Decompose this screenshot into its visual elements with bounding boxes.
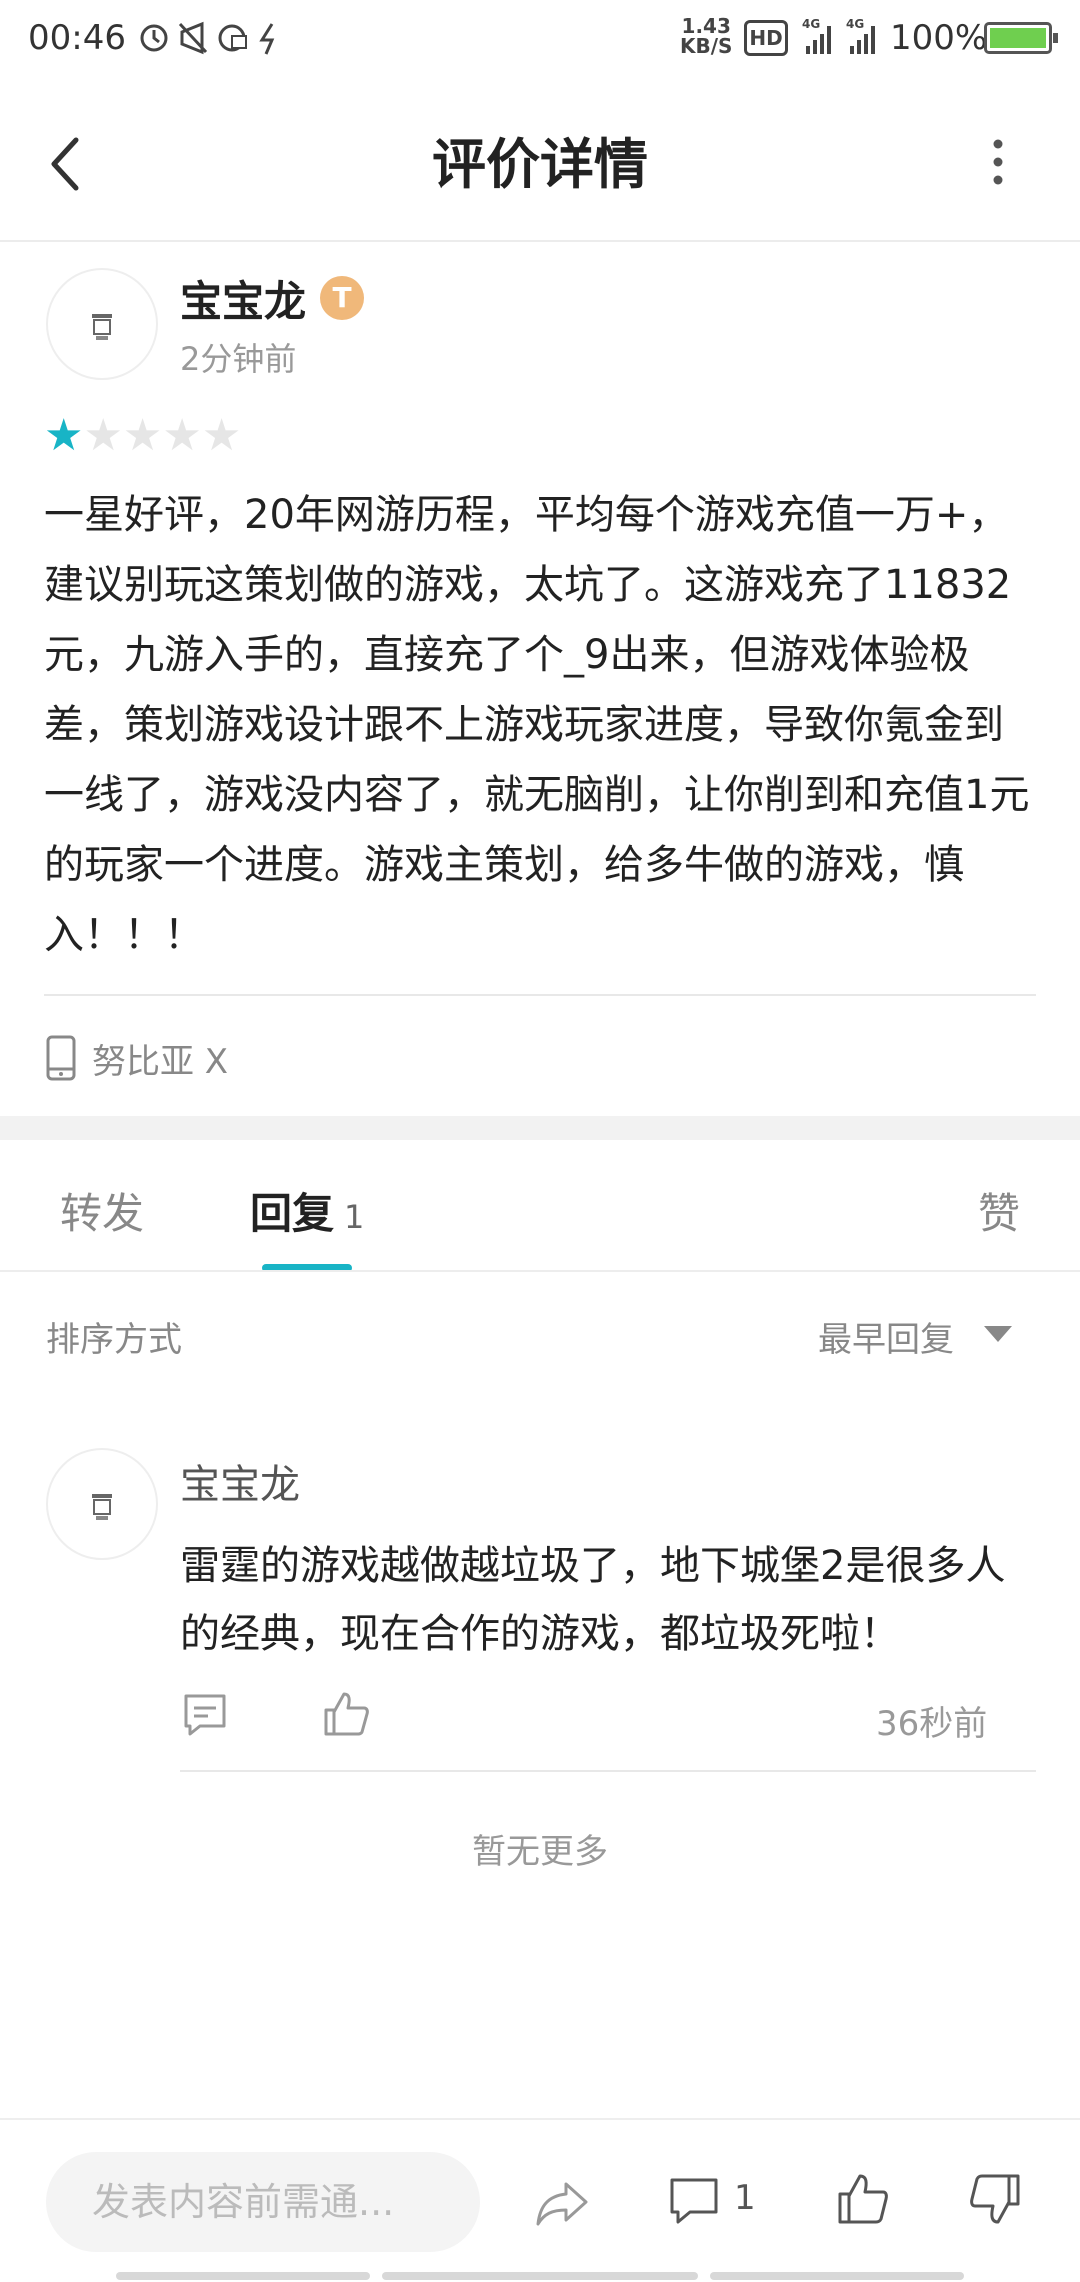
divider — [44, 994, 1036, 996]
review-username[interactable]: 宝宝龙 — [180, 268, 306, 329]
more-options-icon[interactable] — [978, 132, 1018, 192]
reply-icon[interactable] — [182, 1692, 228, 1738]
tab-reply[interactable]: 回复 1 — [250, 1180, 364, 1241]
network-speed-unit: KB/S — [680, 34, 733, 58]
status-icons — [140, 18, 340, 66]
sort-label: 排序方式 — [46, 1320, 182, 1360]
avatar-image — [92, 1494, 112, 1520]
hd-icon: HD — [744, 20, 788, 56]
battery-icon — [984, 22, 1058, 54]
review-body: 一星好评，20年网游历程，平均每个游戏充值一万+，建议别玩这策划做的游戏，太坑了… — [44, 492, 1030, 958]
thumbs-up-icon[interactable] — [322, 1690, 370, 1738]
level-badge-icon: T — [320, 276, 364, 320]
battery-percent: 100% — [890, 18, 988, 58]
caret-down-icon[interactable] — [984, 1326, 1012, 1342]
avatar[interactable] — [46, 268, 158, 380]
network-speed-value: 1.43 — [681, 14, 731, 38]
comment-time: 36秒前 — [876, 1704, 988, 1744]
comment-body: 雷霆的游戏越做越垃圾了，地下城堡2是很多人的经典，现在合作的游戏，都垃圾死啦！ — [180, 1543, 1006, 1657]
status-notification-icons — [140, 21, 275, 55]
avatar-image — [92, 314, 112, 340]
tab-reply-count: 1 — [344, 1198, 365, 1236]
comment-username[interactable]: 宝宝龙 — [180, 1452, 300, 1510]
tab-like[interactable]: 赞 — [978, 1180, 1020, 1241]
star-icon: ★ — [162, 410, 202, 461]
divider — [0, 1270, 1080, 1272]
star-icon: ★ — [44, 410, 84, 461]
status-time: 00:46 — [28, 18, 126, 58]
comment-avatar[interactable] — [46, 1448, 158, 1560]
star-icon: ★ — [83, 410, 123, 461]
star-rating: ★★★★★ — [44, 410, 241, 461]
no-more-text: 暂无更多 — [472, 1832, 608, 1872]
star-icon: ★ — [201, 410, 242, 461]
tab-reply-label: 回复 — [250, 1189, 335, 1238]
device-info: 努比亚 X — [44, 1034, 228, 1083]
dislike-icon[interactable] — [968, 2172, 1022, 2226]
device-name: 努比亚 X — [92, 1042, 229, 1082]
bottom-action-bar: 发表内容前需通... 1 — [0, 2118, 1080, 2282]
nav-pill — [710, 2272, 964, 2280]
tab-forward[interactable]: 转发 — [60, 1180, 144, 1241]
star-icon: ★ — [122, 410, 163, 461]
sim1-label: 4G — [802, 17, 820, 31]
like-icon[interactable] — [836, 2172, 890, 2226]
nav-pill — [116, 2272, 370, 2280]
section-separator — [0, 1116, 1080, 1140]
sim2-label: 4G — [846, 17, 864, 31]
page-title: 评价详情 — [432, 133, 648, 196]
network-speed: 1.43 KB/S — [680, 16, 732, 56]
nav-pill — [382, 2272, 698, 2280]
comment-icon[interactable] — [668, 2176, 720, 2228]
phone-icon — [46, 1035, 76, 1081]
divider — [180, 1770, 1036, 1772]
signal-icon: 4G 4G — [802, 17, 875, 54]
app-header: 评价详情 — [0, 76, 1080, 242]
comment-count: 1 — [734, 2178, 756, 2218]
sort-dropdown[interactable]: 最早回复 — [818, 1312, 954, 1361]
share-icon[interactable] — [534, 2178, 590, 2228]
comment-input[interactable]: 发表内容前需通... — [46, 2152, 480, 2252]
review-time: 2分钟前 — [180, 340, 297, 378]
status-bar: 00:46 1.43 KB/S HD 4G 4G 100% — [0, 0, 1080, 76]
